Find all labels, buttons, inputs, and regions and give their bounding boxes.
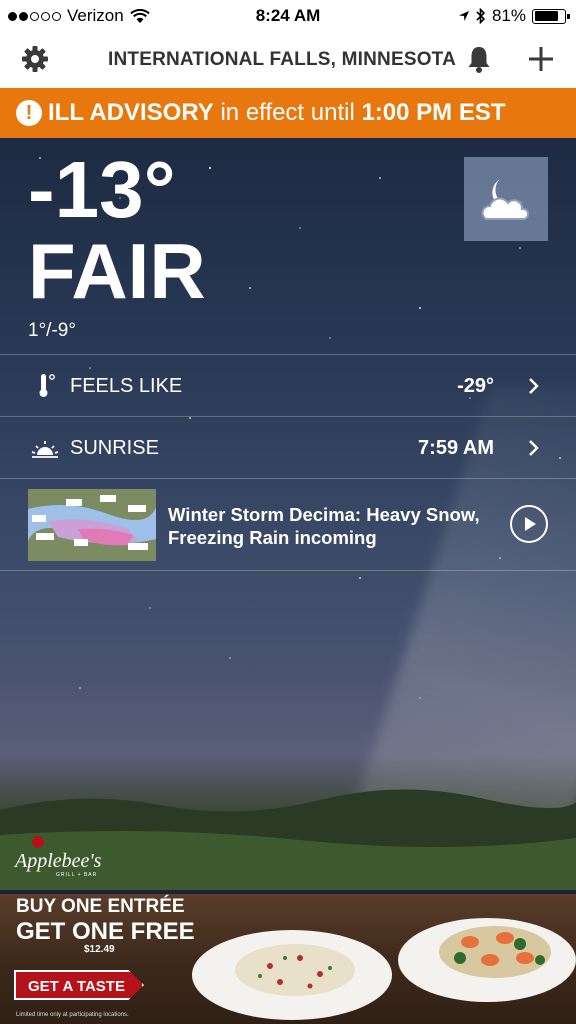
play-button[interactable] — [510, 505, 548, 543]
sunrise-row[interactable]: SUNRISE 7:59 AM — [0, 416, 576, 478]
apple-logo-icon — [32, 836, 44, 848]
ad-banner[interactable]: Applebee's GRILL + BAR BUY ONE ENTRÉE GE… — [0, 830, 576, 1024]
bluetooth-icon — [476, 8, 486, 24]
chevron-right-icon — [529, 378, 539, 394]
feels-like-label: FEELS LIKE — [70, 375, 183, 397]
ad-offer-line1: BUY ONE ENTRÉE — [16, 896, 185, 917]
ad-offer-line2: GET ONE FREE — [16, 918, 195, 945]
condition-icon — [464, 157, 548, 241]
feels-like-value: -29° — [457, 375, 494, 397]
app-header: INTERNATIONAL FALLS, MINNESOTA — [0, 32, 576, 88]
moon-cloud-icon — [481, 179, 530, 220]
news-thumbnail — [28, 489, 156, 561]
high-low: 1°/-9° — [28, 320, 76, 341]
play-icon — [525, 517, 536, 531]
status-bar: Verizon 8:24 AM 81% — [0, 0, 576, 32]
feels-like-row[interactable]: FEELS LIKE -29° — [0, 354, 576, 416]
battery-icon — [532, 8, 570, 24]
notification-bell-icon[interactable] — [466, 44, 492, 74]
ad-brand: Applebee's — [15, 850, 102, 872]
add-location-icon[interactable] — [525, 43, 557, 75]
sunrise-icon — [31, 441, 59, 458]
food-pasta-image — [235, 944, 355, 996]
alert-icon: ! — [16, 100, 42, 126]
chevron-right-icon — [529, 440, 539, 456]
settings-gear-icon[interactable] — [20, 44, 50, 74]
current-temperature: -13° — [28, 145, 176, 234]
current-condition: FAIR — [28, 227, 206, 315]
sunrise-value: 7:59 AM — [418, 437, 494, 459]
thermometer-icon — [39, 374, 55, 397]
sunrise-label: SUNRISE — [70, 437, 159, 459]
ad-price: $12.49 — [84, 944, 115, 955]
get-a-taste-button[interactable]: GET A TASTE — [14, 970, 144, 1000]
ad-fine-print: Limited time only at participating locat… — [16, 1012, 129, 1018]
alert-middle: in effect until — [220, 99, 355, 126]
location-title[interactable]: INTERNATIONAL FALLS, MINNESOTA — [108, 49, 456, 71]
food-shrimp-image — [439, 926, 551, 978]
news-headline: Winter Storm Decima: Heavy Snow, Freezin… — [168, 504, 480, 548]
ad-brand-sub: GRILL + BAR — [56, 872, 98, 878]
alert-title: ILL ADVISORY — [48, 99, 214, 126]
alert-until: 1:00 PM EST — [361, 99, 506, 126]
weather-alert-banner[interactable]: ! ILL ADVISORY in effect until 1:00 PM E… — [0, 88, 576, 138]
battery-percent: 81% — [491, 6, 526, 25]
news-story-row[interactable]: Winter Storm Decima: Heavy Snow, Freezin… — [0, 478, 576, 571]
location-arrow-icon — [458, 11, 469, 21]
